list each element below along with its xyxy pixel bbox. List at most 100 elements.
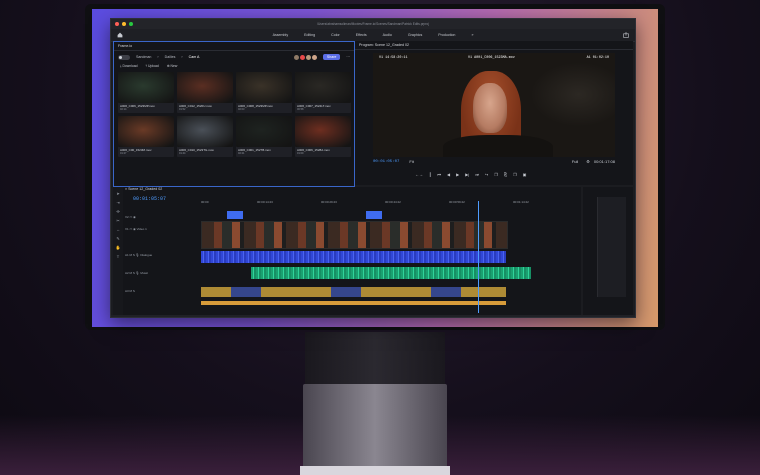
lift-icon[interactable]: ❐ bbox=[494, 172, 498, 177]
time-ruler[interactable]: 00:00 00:00:14:23 00:00:29:23 00:00:44:2… bbox=[201, 200, 579, 206]
selection-tool-icon[interactable]: ➤ bbox=[113, 191, 123, 196]
slip-tool-icon[interactable]: ↔ bbox=[113, 227, 123, 232]
frameio-toolbar: Sandman › Dailies › Cam A Share ⋯ bbox=[114, 51, 354, 63]
asset-thumbnail[interactable] bbox=[236, 72, 292, 103]
asset-thumbnail[interactable] bbox=[118, 72, 174, 103]
asset-thumbnail[interactable] bbox=[177, 72, 233, 103]
asset-card[interactable]: A006_C008_1523MP.mov 02:03 bbox=[236, 72, 292, 113]
collaborator-avatars bbox=[293, 54, 317, 60]
wrench-icon[interactable]: ⚙ bbox=[586, 159, 590, 164]
comparison-view-icon[interactable]: ▣ bbox=[523, 172, 527, 177]
program-tab[interactable]: Program: Scene 12_Graded 02 bbox=[355, 41, 633, 50]
asset-meta: 02:03 bbox=[238, 108, 245, 111]
sequence-tab[interactable]: × Scene 12_Graded 02 bbox=[125, 187, 162, 191]
monitor-stand-neck bbox=[305, 332, 445, 392]
asset-card[interactable]: A006_C007_1524LT.mov 00:58 bbox=[295, 72, 351, 113]
playhead[interactable] bbox=[478, 201, 479, 313]
pen-tool-icon[interactable]: ✎ bbox=[113, 236, 123, 241]
breadcrumb-dailies[interactable]: Dailies bbox=[165, 55, 176, 59]
quality-select[interactable]: Full bbox=[572, 159, 578, 164]
title-bar: /Users/abrahamsoliman/Movies/Frame.io/Sc… bbox=[111, 19, 635, 29]
track-header-v1[interactable]: V1 ▭ ◉ Video 1 bbox=[125, 227, 201, 231]
track-header-a2[interactable]: A2 M S 🎙 Music bbox=[125, 271, 201, 275]
sfx-audio-clip[interactable] bbox=[201, 287, 506, 297]
workspace-more[interactable]: » bbox=[471, 33, 473, 37]
avatar[interactable] bbox=[305, 54, 311, 60]
workspace-editing[interactable]: Editing bbox=[304, 33, 315, 37]
audio-meter bbox=[597, 197, 626, 297]
asset-thumbnail[interactable] bbox=[177, 116, 233, 147]
asset-card[interactable]: A006_C00_1523M.mov 01:27 bbox=[118, 116, 174, 157]
dialogue-audio-clip[interactable] bbox=[201, 251, 506, 263]
workspace-color[interactable]: Color bbox=[331, 33, 340, 37]
extract-icon[interactable]: ⎘ bbox=[504, 172, 507, 177]
avatar[interactable] bbox=[293, 54, 299, 60]
timeline-tracks[interactable] bbox=[201, 201, 579, 313]
asset-grid: A006_C006_1523MP.mov 02:14 A006_C012_1520U… bbox=[114, 72, 354, 157]
asset-meta: 02:14 bbox=[120, 108, 127, 111]
window-title: /Users/abrahamsoliman/Movies/Frame.io/Sc… bbox=[317, 22, 429, 26]
asset-thumbnail[interactable] bbox=[295, 72, 351, 103]
playhead-timecode[interactable]: 00:01:05:07 bbox=[373, 160, 399, 164]
asset-card[interactable]: A006_C006_1523MP.mov 02:14 bbox=[118, 72, 174, 113]
share-button[interactable]: Share bbox=[322, 54, 341, 60]
timeline-marker[interactable] bbox=[366, 211, 382, 219]
home-icon[interactable] bbox=[117, 32, 123, 38]
loop-icon[interactable]: ↪ bbox=[485, 172, 488, 177]
video-clip-strip[interactable] bbox=[201, 221, 508, 249]
go-to-in-icon[interactable]: ⏮ bbox=[437, 172, 441, 177]
workspace-production[interactable]: Production bbox=[438, 33, 455, 37]
asset-card[interactable]: A006_C012_1520U.mov 01:52 bbox=[177, 72, 233, 113]
timeline-marker[interactable] bbox=[227, 211, 243, 219]
breadcrumb-sandman[interactable]: Sandman bbox=[136, 55, 151, 59]
export-frame-icon[interactable]: ❐ bbox=[513, 172, 517, 177]
frameio-panel: Frame.io Sandman › Dailies › Cam A Share… bbox=[113, 41, 355, 187]
status-bar bbox=[111, 315, 635, 317]
burnin-left: V1 14:58:20:11 bbox=[379, 56, 408, 60]
audio-meters bbox=[583, 187, 633, 315]
marker-icon[interactable]: ┃ bbox=[429, 172, 431, 177]
step-back-icon[interactable]: ◀ bbox=[447, 172, 450, 177]
track-header-a1[interactable]: A1 M S 🎙 Dialogue bbox=[125, 253, 201, 257]
razor-tool-icon[interactable]: ✂ bbox=[113, 218, 123, 223]
program-monitor: Program: Scene 12_Graded 02 V1 14:58:20:… bbox=[355, 41, 633, 185]
video-preview[interactable]: V1 14:58:20:11 V1 A001_C006_1523MA.mov A… bbox=[373, 53, 615, 157]
workspace-audio[interactable]: Audio bbox=[383, 33, 392, 37]
asset-thumbnail[interactable] bbox=[295, 116, 351, 147]
mark-in-out-icon[interactable]: ←→ bbox=[415, 172, 423, 177]
type-tool-icon[interactable]: T bbox=[113, 254, 123, 259]
share-export-icon[interactable] bbox=[623, 32, 629, 38]
frameio-tab[interactable]: Frame.io bbox=[114, 42, 354, 51]
workspace-assembly[interactable]: Assembly bbox=[273, 33, 289, 37]
track-header-a3[interactable]: A3 M S bbox=[125, 289, 201, 293]
zoom-select[interactable]: Fit bbox=[409, 159, 413, 164]
more-menu-icon[interactable]: ⋯ bbox=[346, 55, 350, 59]
frameio-actions: ⤓ Download ⤒ Upload ⊕ New bbox=[114, 63, 354, 72]
go-to-out-icon[interactable]: ⏭ bbox=[475, 172, 479, 177]
sfx-audio-clip-2[interactable] bbox=[201, 301, 506, 305]
track-select-icon[interactable]: ⇥ bbox=[113, 200, 123, 205]
asset-meta: 01:44 bbox=[179, 152, 186, 155]
asset-thumbnail[interactable] bbox=[118, 116, 174, 147]
ripple-edit-icon[interactable]: ✣ bbox=[113, 209, 123, 214]
workspace-effects[interactable]: Effects bbox=[356, 33, 367, 37]
music-audio-clip[interactable] bbox=[251, 267, 531, 279]
avatar[interactable] bbox=[311, 54, 317, 60]
burnin-right: A1 01:02:10 bbox=[586, 56, 609, 60]
download-button[interactable]: ⤓ Download bbox=[120, 64, 138, 68]
workspace-graphics[interactable]: Graphics bbox=[408, 33, 422, 37]
timeline-timecode[interactable]: 00:01:05:07 bbox=[133, 196, 166, 202]
asset-card[interactable]: A006_C010_1523TG.mov 01:44 bbox=[177, 116, 233, 157]
asset-card[interactable]: A006_C006_1528A.mov 01:09 bbox=[295, 116, 351, 157]
asset-card[interactable]: A006_C001_1527B.mov 02:21 bbox=[236, 116, 292, 157]
panel-toggle[interactable] bbox=[118, 54, 130, 60]
hand-tool-icon[interactable]: ✋ bbox=[113, 245, 123, 250]
avatar[interactable] bbox=[299, 54, 305, 60]
asset-thumbnail[interactable] bbox=[236, 116, 292, 147]
track-header-v2[interactable]: V2 ▭ ◉ bbox=[125, 215, 201, 219]
new-button[interactable]: ⊕ New bbox=[167, 64, 178, 68]
play-icon[interactable]: ▶ bbox=[456, 172, 459, 177]
program-timecode-row: 00:01:05:07 Fit Full ⚙ 00:01:17:08 bbox=[373, 159, 615, 164]
upload-button[interactable]: ⤒ Upload bbox=[146, 64, 159, 68]
step-forward-icon[interactable]: ▶| bbox=[465, 172, 469, 177]
